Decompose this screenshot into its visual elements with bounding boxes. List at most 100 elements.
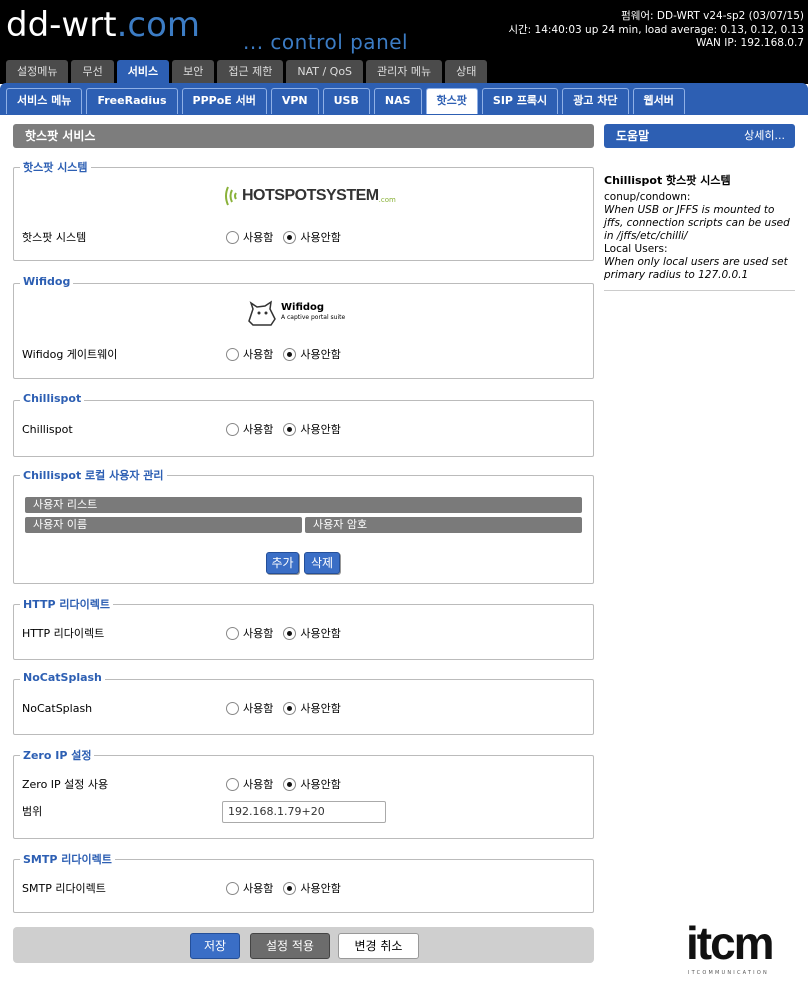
chillispot-enable-radio[interactable] bbox=[226, 422, 239, 436]
radio-label-disable: 사용안함 bbox=[300, 882, 341, 895]
action-bar: 저장 설정 적용 변경 취소 bbox=[13, 927, 594, 963]
user-name-column: 사용자 이름 bbox=[25, 517, 302, 533]
http-redirect-radio-group: 사용함 사용안함 bbox=[226, 625, 341, 641]
help-local-users-text: When only local users are used set prima… bbox=[604, 256, 788, 281]
logo-text: dd-wrt bbox=[6, 5, 117, 45]
cancel-changes-button[interactable]: 변경 취소 bbox=[338, 933, 419, 959]
wifidog-tagline: A captive portal suite bbox=[281, 314, 346, 321]
help-body: Chillispot 핫스팟 시스템 conup/condown: When U… bbox=[604, 174, 795, 291]
subtab-pppoe-server[interactable]: PPPoE 서버 bbox=[181, 88, 267, 114]
main-content: 핫스팟 서비스 핫스팟 시스템 HOTSPOTSYSTEM .com 핫스팟 시… bbox=[13, 124, 594, 963]
hotspot-disable-radio[interactable] bbox=[283, 230, 297, 244]
smtp-redirect-label: SMTP 리다이렉트 bbox=[22, 882, 106, 895]
zeroip-label: Zero IP 설정 사용 bbox=[22, 778, 109, 791]
subtab-freeradius[interactable]: FreeRadius bbox=[86, 88, 178, 114]
add-user-button[interactable]: 추가 bbox=[266, 552, 299, 574]
help-more-link[interactable]: 상세히... bbox=[744, 124, 785, 148]
tab-access-restrictions[interactable]: 접근 제한 bbox=[217, 60, 284, 84]
section-legend: Wifidog bbox=[20, 275, 74, 288]
subtab-hotspot[interactable]: 핫스팟 bbox=[425, 88, 478, 114]
http-redirect-disable-radio[interactable] bbox=[283, 626, 297, 640]
top-tabs: 설정메뉴 무선 서비스 보안 접근 제한 NAT / QoS 관리자 메뉴 상태 bbox=[6, 60, 488, 84]
subtab-vpn[interactable]: VPN bbox=[270, 88, 319, 114]
control-panel-title: ... control panel bbox=[243, 30, 409, 54]
zeroip-range-input[interactable]: 192.168.1.79+20 bbox=[222, 801, 386, 823]
zeroip-enable-radio[interactable] bbox=[226, 777, 239, 791]
section-hotspot-system: 핫스팟 시스템 HOTSPOTSYSTEM .com 핫스팟 시스템 사용함 사… bbox=[13, 159, 594, 261]
itcm-logo-text: itcm bbox=[686, 917, 775, 969]
hotspot-label: 핫스팟 시스템 bbox=[22, 231, 87, 244]
section-chillispot: Chillispot Chillispot 사용함 사용안함 bbox=[13, 392, 594, 457]
smtp-redirect-enable-radio[interactable] bbox=[226, 881, 239, 895]
radio-label-enable: 사용함 bbox=[243, 778, 274, 791]
radio-label-enable: 사용함 bbox=[243, 702, 274, 715]
radio-label-enable: 사용함 bbox=[243, 231, 274, 244]
wifidog-radio-group: 사용함 사용안함 bbox=[226, 346, 341, 362]
system-info: 펌웨어: DD-WRT v24-sp2 (03/07/15) 시간: 14:40… bbox=[508, 10, 804, 51]
help-title: 도움말 상세히... bbox=[604, 124, 795, 148]
section-smtp-redirect: SMTP 리다이렉트 SMTP 리다이렉트 사용함 사용안함 bbox=[13, 851, 594, 913]
chillispot-radio-group: 사용함 사용안함 bbox=[226, 421, 341, 437]
tab-nat-qos[interactable]: NAT / QoS bbox=[286, 60, 364, 84]
hotspotsystem-logo-suffix: .com bbox=[378, 196, 396, 204]
zeroip-range-label: 범위 bbox=[22, 805, 43, 818]
chillispot-disable-radio[interactable] bbox=[283, 422, 297, 436]
tab-services[interactable]: 서비스 bbox=[116, 60, 170, 84]
section-legend: Chillispot bbox=[20, 392, 85, 405]
wifidog-disable-radio[interactable] bbox=[283, 347, 297, 361]
subtab-usb[interactable]: USB bbox=[322, 88, 370, 114]
section-legend: NoCatSplash bbox=[20, 671, 105, 684]
header: dd-wrt.com ... control panel 펌웨어: DD-WRT… bbox=[0, 0, 808, 84]
wifidog-label: Wifidog 게이트웨이 bbox=[22, 348, 118, 361]
user-list-header: 사용자 리스트 bbox=[25, 497, 582, 513]
smtp-redirect-radio-group: 사용함 사용안함 bbox=[226, 880, 341, 896]
nocatsplash-disable-radio[interactable] bbox=[283, 701, 297, 715]
radio-label-disable: 사용안함 bbox=[300, 627, 341, 640]
smtp-redirect-disable-radio[interactable] bbox=[283, 881, 297, 895]
nocatsplash-enable-radio[interactable] bbox=[226, 701, 239, 715]
http-redirect-enable-radio[interactable] bbox=[226, 626, 239, 640]
help-title-text: 도움말 bbox=[616, 129, 650, 143]
radio-label-enable: 사용함 bbox=[243, 423, 274, 436]
tab-setup[interactable]: 설정메뉴 bbox=[6, 60, 69, 84]
zeroip-radio-group: 사용함 사용안함 bbox=[226, 776, 341, 792]
subtab-adblock[interactable]: 광고 차단 bbox=[562, 88, 629, 114]
tab-status[interactable]: 상태 bbox=[445, 60, 488, 84]
sub-tabs: 서비스 메뉴 FreeRadius PPPoE 서버 VPN USB NAS 핫… bbox=[6, 88, 685, 114]
wan-ip: WAN IP: 192.168.0.7 bbox=[696, 37, 804, 49]
nocatsplash-label: NoCatSplash bbox=[22, 702, 93, 715]
section-wifidog: Wifidog Wifidog A captive portal suite W… bbox=[13, 275, 594, 379]
tab-security[interactable]: 보안 bbox=[172, 60, 215, 84]
radio-label-disable: 사용안함 bbox=[300, 778, 341, 791]
tab-wireless[interactable]: 무선 bbox=[71, 60, 114, 84]
apply-settings-button[interactable]: 설정 적용 bbox=[250, 933, 330, 959]
hotspot-enable-radio[interactable] bbox=[226, 230, 239, 244]
uptime-load: 시간: 14:40:03 up 24 min, load average: 0.… bbox=[508, 23, 804, 36]
radio-label-disable: 사용안함 bbox=[300, 231, 341, 244]
subtab-sip-proxy[interactable]: SIP 프록시 bbox=[481, 88, 559, 114]
wifidog-enable-radio[interactable] bbox=[226, 347, 239, 361]
wifidog-logo-text: Wifidog bbox=[281, 302, 325, 313]
delete-user-button[interactable]: 삭제 bbox=[304, 552, 340, 574]
section-legend: Chillispot 로컬 사용자 관리 bbox=[20, 467, 167, 483]
firmware-version: 펌웨어: DD-WRT v24-sp2 (03/07/15) bbox=[621, 10, 804, 22]
section-legend: SMTP 리다이렉트 bbox=[20, 851, 115, 867]
help-panel: 도움말 상세히... Chillispot 핫스팟 시스템 conup/condo… bbox=[604, 124, 795, 291]
save-button[interactable]: 저장 bbox=[190, 933, 240, 959]
subtab-nas[interactable]: NAS bbox=[373, 88, 422, 114]
subtab-services[interactable]: 서비스 메뉴 bbox=[6, 88, 83, 114]
chillispot-label: Chillispot bbox=[22, 423, 73, 436]
help-heading: Chillispot 핫스팟 시스템 bbox=[604, 174, 731, 187]
subtab-webserver[interactable]: 웹서버 bbox=[632, 88, 685, 114]
radio-label-enable: 사용함 bbox=[243, 882, 274, 895]
help-conup-text: When USB or JFFS is mounted to jffs, con… bbox=[604, 204, 790, 242]
ddwrt-logo: dd-wrt.com bbox=[6, 2, 200, 48]
tab-administration[interactable]: 관리자 메뉴 bbox=[366, 60, 443, 84]
itcm-logo-subtext: ITCOMMUNICATION bbox=[688, 970, 769, 976]
section-nocatsplash: NoCatSplash NoCatSplash 사용함 사용안함 bbox=[13, 671, 594, 735]
wifidog-logo: Wifidog A captive portal suite bbox=[245, 298, 345, 328]
zeroip-disable-radio[interactable] bbox=[283, 777, 297, 791]
section-legend: HTTP 리다이렉트 bbox=[20, 596, 113, 612]
section-legend: Zero IP 설정 bbox=[20, 747, 95, 763]
radio-label-disable: 사용안함 bbox=[300, 702, 341, 715]
